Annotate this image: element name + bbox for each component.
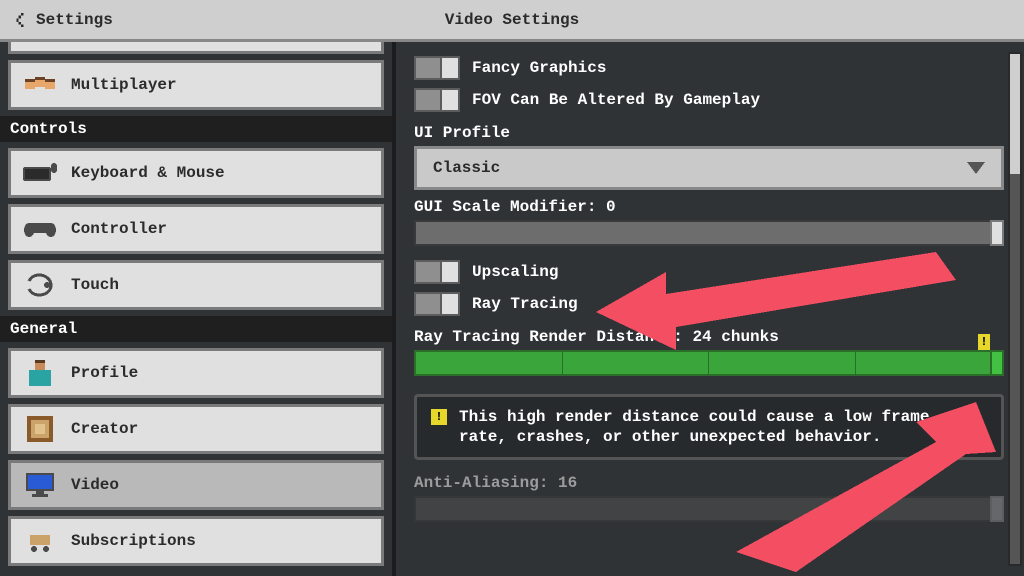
players-icon [23,71,57,99]
sidebar-item-label: Keyboard & Mouse [71,164,225,182]
ray-tracing-toggle[interactable] [414,292,460,316]
sidebar-section-general: General [0,316,392,342]
fov-gameplay-label: FOV Can Be Altered By Gameplay [472,91,760,109]
title-bar: Settings Video Settings [0,0,1024,42]
page-title: Video Settings [445,11,579,29]
sidebar-item-touch[interactable]: Touch [8,260,384,310]
slider-handle[interactable] [990,496,1004,522]
sidebar-item-label: Subscriptions [71,532,196,550]
render-distance-warning: ! This high render distance could cause … [414,394,1004,460]
gui-scale-label: GUI Scale Modifier: 0 [414,198,1004,216]
upscaling-label: Upscaling [472,263,558,281]
ui-profile-label: UI Profile [414,124,1004,142]
chevron-left-icon [14,13,28,27]
fov-gameplay-toggle[interactable] [414,88,460,112]
anti-aliasing-label: Anti-Aliasing: 16 [414,474,1004,492]
sidebar-item-keyboard-mouse[interactable]: Keyboard & Mouse [8,148,384,198]
anti-aliasing-slider[interactable] [414,496,1004,522]
gamepad-icon [23,215,57,243]
video-settings-panel: Fancy Graphics FOV Can Be Altered By Gam… [396,42,1024,576]
frame-icon [23,415,57,443]
fancy-graphics-label: Fancy Graphics [472,59,606,77]
scrollbar[interactable] [1008,52,1022,566]
slider-handle[interactable] [990,220,1004,246]
back-label: Settings [36,11,113,29]
sidebar-item-label: Multiplayer [71,76,177,94]
keyboard-icon [23,159,57,187]
warning-icon: ! [431,409,447,425]
sidebar-item-label: Profile [71,364,138,382]
sidebar-item-profile[interactable]: Profile [8,348,384,398]
sidebar-item-label: Video [71,476,119,494]
fancy-graphics-toggle[interactable] [414,56,460,80]
warning-icon: ! [978,334,990,350]
slider-handle[interactable] [990,350,1004,376]
sidebar-item-creator[interactable]: Creator [8,404,384,454]
upscaling-toggle[interactable] [414,260,460,284]
sidebar-section-controls: Controls [0,116,392,142]
sidebar-item-peek[interactable] [8,42,384,54]
sidebar-item-video[interactable]: Video [8,460,384,510]
steve-icon [23,359,57,387]
gui-scale-slider[interactable] [414,220,1004,246]
monitor-icon [23,471,57,499]
scrollbar-thumb[interactable] [1010,54,1020,174]
hand-icon [23,271,57,299]
sidebar-item-label: Touch [71,276,119,294]
sidebar: Multiplayer Controls Keyboard & Mouse Co… [0,42,396,576]
ui-profile-dropdown[interactable]: Classic [414,146,1004,190]
warning-text: This high render distance could cause a … [459,407,987,447]
sidebar-item-subscriptions[interactable]: Subscriptions [8,516,384,566]
sidebar-item-multiplayer[interactable]: Multiplayer [8,60,384,110]
rt-distance-slider[interactable]: ! [414,350,1004,376]
sidebar-item-label: Controller [71,220,167,238]
sidebar-item-label: Creator [71,420,138,438]
back-button[interactable]: Settings [0,0,127,39]
chevron-down-icon [967,162,985,174]
sidebar-item-controller[interactable]: Controller [8,204,384,254]
ui-profile-value: Classic [433,159,500,177]
rt-distance-label: Ray Tracing Render Distance: 24 chunks [414,328,1004,346]
main: Multiplayer Controls Keyboard & Mouse Co… [0,42,1024,576]
ray-tracing-label: Ray Tracing [472,295,578,313]
cart-icon [23,527,57,555]
